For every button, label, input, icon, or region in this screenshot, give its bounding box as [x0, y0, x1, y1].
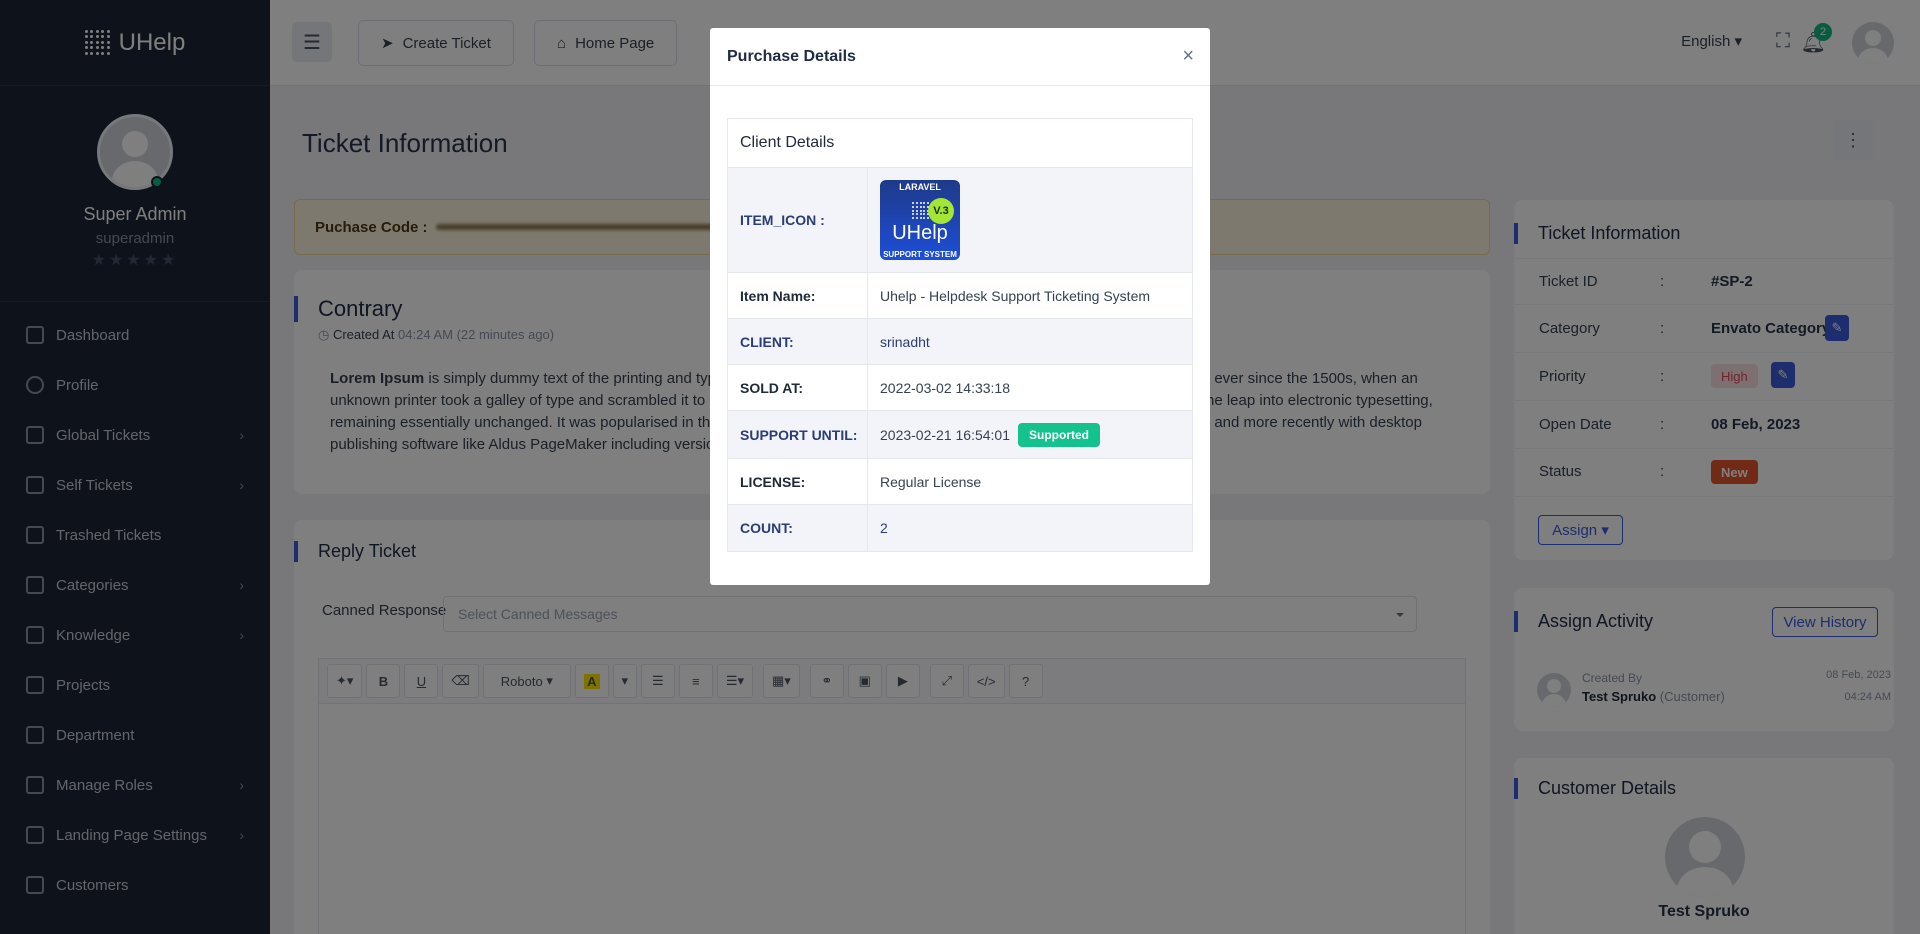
close-icon[interactable]: × [1182, 45, 1194, 68]
icon-text-top: LARAVEL [899, 182, 941, 192]
row-key: Item Name: [728, 273, 868, 318]
table-row: SOLD AT: 2022-03-02 14:33:18 [728, 365, 1192, 411]
row-value: LARAVEL V.3 UHelp SUPPORT SYSTEM [868, 168, 1192, 272]
table-row: ITEM_ICON : LARAVEL V.3 UHelp SUPPORT SY… [728, 168, 1192, 273]
row-value: 2023-02-21 16:54:01 Supported [868, 411, 1192, 458]
client-details-table: Client Details ITEM_ICON : LARAVEL V.3 U… [727, 118, 1193, 552]
icon-text-bottom: SUPPORT SYSTEM [883, 250, 957, 259]
modal-title: Purchase Details [727, 47, 856, 65]
row-value: srinadht [880, 333, 930, 350]
table-row: LICENSE: Regular License [728, 459, 1192, 505]
supported-badge: Supported [1018, 422, 1100, 447]
table-row: SUPPORT UNTIL: 2023-02-21 16:54:01 Suppo… [728, 411, 1192, 459]
row-value: 2 [880, 520, 888, 536]
row-value: Uhelp - Helpdesk Support Ticketing Syste… [880, 287, 1151, 304]
row-key: LICENSE: [728, 459, 868, 504]
row-key: SOLD AT: [728, 365, 868, 410]
table-row: COUNT: 2 [728, 505, 1192, 551]
row-key: SUPPORT UNTIL: [728, 411, 868, 458]
row-key: COUNT: [728, 505, 868, 551]
item-icon-image: LARAVEL V.3 UHelp SUPPORT SYSTEM [880, 180, 960, 260]
table-caption: Client Details [728, 119, 1192, 168]
row-value: 2022-03-02 14:33:18 [880, 379, 1010, 396]
support-until-value: 2023-02-21 16:54:01 [880, 426, 1010, 443]
modal-header: Purchase Details × [710, 28, 1210, 86]
icon-text-brand: UHelp [892, 222, 948, 244]
row-key: CLIENT: [728, 319, 868, 364]
purchase-details-modal: Purchase Details × Client Details ITEM_I… [710, 28, 1210, 585]
row-value: Regular License [880, 473, 982, 490]
row-key: ITEM_ICON : [728, 168, 868, 272]
icon-version-badge: V.3 [928, 198, 954, 224]
table-row: CLIENT: srinadht [728, 319, 1192, 365]
table-row: Item Name: Uhelp - Helpdesk Support Tick… [728, 273, 1192, 319]
